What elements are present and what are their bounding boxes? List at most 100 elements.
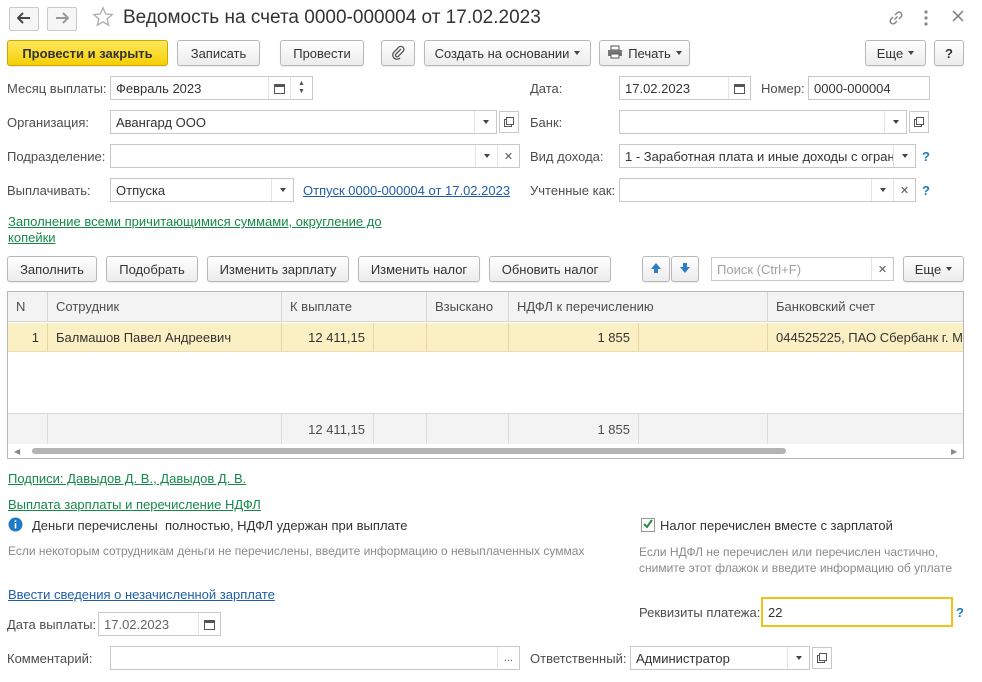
back-arrow-icon (16, 11, 31, 27)
column-header-collected[interactable]: Взыскано (427, 292, 509, 322)
forward-button[interactable] (47, 7, 77, 31)
column-header-ndfl[interactable]: НДФЛ к перечислению (509, 292, 768, 322)
payment-details-input[interactable]: 22 (761, 597, 953, 627)
dropdown-button[interactable] (884, 111, 906, 133)
column-header-bank-account[interactable]: Банковский счет (768, 292, 963, 322)
post-and-close-button[interactable]: Провести и закрыть (7, 40, 168, 66)
table-more-button[interactable]: Еще (903, 256, 964, 282)
save-button[interactable]: Записать (177, 40, 260, 66)
fill-mode-link[interactable]: Заполнение всеми причитающимися суммами,… (8, 214, 398, 246)
income-type-label: Вид дохода: (530, 149, 604, 164)
unaccrued-salary-link[interactable]: Ввести сведения о незачисленной зарплате (8, 587, 275, 602)
more-label: Еще (876, 45, 904, 61)
scroll-left-icon[interactable]: ◀ (14, 447, 20, 456)
pick-button[interactable]: Подобрать (106, 256, 198, 282)
pay-document-link[interactable]: Отпуск 0000-000004 от 17.02.2023 (303, 183, 510, 198)
help-button[interactable]: ? (934, 40, 964, 66)
date-field[interactable]: 17.02.2023 (619, 76, 751, 100)
favorite-star-button[interactable] (92, 6, 114, 31)
change-tax-button[interactable]: Изменить налог (358, 256, 480, 282)
fill-button[interactable]: Заполнить (7, 256, 97, 282)
number-value: 0000-000004 (814, 80, 891, 96)
post-label: Провести (293, 45, 351, 61)
chevron-down-icon (879, 188, 886, 192)
attach-button[interactable] (381, 40, 415, 66)
counted-as-help-icon[interactable]: ? (922, 183, 930, 198)
print-button[interactable]: Печать (599, 40, 690, 66)
payment-link[interactable]: Выплата зарплаты и перечисление НДФЛ (8, 497, 261, 512)
division-field[interactable]: ✕ (110, 144, 520, 168)
tax-paid-label[interactable]: Налог перечислен вместе с зарплатой (660, 518, 893, 533)
open-icon (817, 651, 827, 666)
tax-paid-checkbox[interactable] (641, 518, 655, 532)
month-field[interactable]: Февраль 2023 ▲ ▼ (110, 76, 313, 100)
clear-icon[interactable]: ✕ (497, 145, 519, 167)
back-button[interactable] (9, 7, 39, 31)
bank-label: Банк: (530, 115, 563, 130)
search-input[interactable]: Поиск (Ctrl+F) ✕ (711, 257, 894, 281)
responsible-field[interactable]: Администратор (630, 646, 810, 670)
open-responsible-button[interactable] (812, 647, 832, 669)
employees-table[interactable]: N Сотрудник К выплате Взыскано НДФЛ к пе… (7, 291, 964, 459)
copy-link-button[interactable] (887, 9, 905, 30)
dropdown-button[interactable] (871, 179, 893, 201)
help-label: ? (945, 45, 953, 61)
date-label: Дата: (530, 81, 563, 96)
organization-value: Авангард ООО (116, 114, 206, 130)
dropdown-button[interactable] (893, 145, 915, 167)
payment-details-help-icon[interactable]: ? (956, 605, 964, 620)
window-menu-button[interactable] (921, 8, 931, 31)
scroll-right-icon[interactable]: ▶ (951, 447, 957, 456)
checkmark-icon (642, 518, 654, 533)
pay-field[interactable]: Отпуска (110, 178, 294, 202)
bank-field[interactable] (619, 110, 907, 134)
signatures-link[interactable]: Подписи: Давыдов Д. В., Давыдов Д. В. (8, 471, 246, 486)
responsible-value: Администратор (636, 650, 730, 666)
column-header-n[interactable]: N (8, 292, 48, 322)
column-header-employee[interactable]: Сотрудник (48, 292, 282, 322)
income-type-field[interactable]: 1 - Заработная плата и иные доходы с огр… (619, 144, 916, 168)
clear-icon[interactable]: ✕ (871, 258, 893, 280)
clear-icon[interactable]: ✕ (893, 179, 915, 201)
comment-field[interactable]: ... (110, 646, 520, 670)
month-stepper[interactable]: ▲ ▼ (290, 77, 312, 99)
create-based-on-button[interactable]: Создать на основании (424, 40, 591, 66)
horizontal-scrollbar[interactable]: ◀ ▶ (8, 444, 963, 458)
update-tax-button[interactable]: Обновить налог (489, 256, 611, 282)
move-down-button[interactable] (671, 256, 699, 282)
calendar-icon[interactable] (728, 77, 750, 99)
number-field[interactable]: 0000-000004 (808, 76, 930, 100)
number-label: Номер: (761, 81, 805, 96)
save-label: Записать (190, 45, 247, 61)
tax-hint: Если НДФЛ не перечислен или перечислен ч… (639, 545, 953, 575)
dropdown-button[interactable] (475, 145, 497, 167)
scrollbar-thumb[interactable] (32, 448, 786, 454)
close-window-button[interactable] (951, 9, 965, 26)
money-status-text: Деньги перечислены полностью, НДФЛ удерж… (32, 518, 408, 533)
calendar-icon[interactable] (268, 77, 290, 99)
open-bank-button[interactable] (909, 111, 929, 133)
ellipsis-icon[interactable]: ... (497, 647, 519, 669)
table-row[interactable]: 1 Балмашов Павел Андреевич 12 411,15 1 8… (8, 323, 963, 352)
chevron-down-icon (279, 188, 286, 192)
more-button[interactable]: Еще (865, 40, 926, 66)
income-type-help-icon[interactable]: ? (922, 149, 930, 164)
footer-cell (8, 414, 48, 444)
chevron-down-icon (908, 51, 915, 55)
dropdown-button[interactable] (474, 111, 496, 133)
counted-as-field[interactable]: ✕ (619, 178, 916, 202)
footer-cell (768, 414, 963, 444)
organization-field[interactable]: Авангард ООО (110, 110, 497, 134)
footer-total-ndfl: 1 855 (509, 414, 639, 444)
open-icon (914, 115, 924, 130)
move-up-button[interactable] (642, 256, 670, 282)
dropdown-button[interactable] (787, 647, 809, 669)
calendar-icon[interactable] (198, 613, 220, 635)
pay-date-field[interactable]: 17.02.2023 (98, 612, 221, 636)
open-organization-button[interactable] (499, 111, 519, 133)
change-salary-button[interactable]: Изменить зарплату (207, 256, 349, 282)
row-to-pay-extra (374, 323, 427, 351)
dropdown-button[interactable] (271, 179, 293, 201)
column-header-to-pay[interactable]: К выплате (282, 292, 427, 322)
post-button[interactable]: Провести (280, 40, 364, 66)
